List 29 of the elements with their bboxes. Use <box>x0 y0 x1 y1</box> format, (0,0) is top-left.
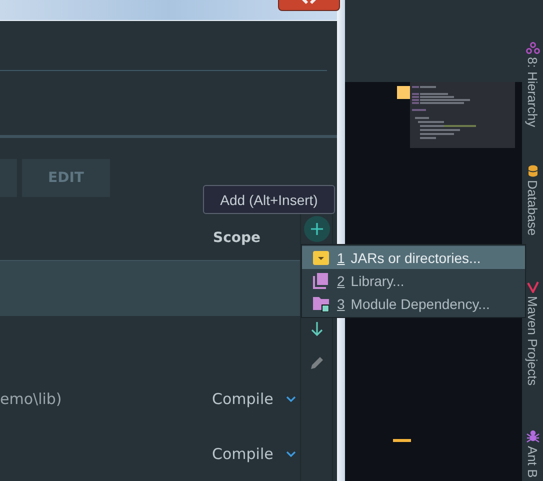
move-down-icon[interactable] <box>310 321 324 337</box>
chevron-down-icon <box>286 396 296 402</box>
close-button[interactable] <box>278 0 340 11</box>
check-icon <box>526 280 538 293</box>
table-row[interactable]: Compile <box>0 426 300 481</box>
add-button[interactable] <box>304 216 330 242</box>
table-row[interactable]: emo\lib) Compile <box>0 371 300 426</box>
tool-window-tab[interactable]: 8: Hierarchy <box>525 57 540 128</box>
tooltip: Add (Alt+Insert) <box>203 185 335 214</box>
hierarchy-icon <box>526 42 540 54</box>
table-cell: emo\lib) <box>0 390 62 408</box>
bookmark-icon <box>397 86 410 99</box>
tool-window-tab[interactable]: Ant B <box>525 446 540 478</box>
menu-item[interactable]: 2 Library... <box>302 269 525 292</box>
library-icon <box>313 272 329 288</box>
menu-item[interactable]: 1 JARs or directories... <box>302 246 525 269</box>
pencil-icon[interactable] <box>309 355 325 371</box>
database-icon <box>528 165 538 178</box>
menu-item[interactable]: 3 Module Dependency... <box>302 292 525 315</box>
chevron-down-icon <box>286 450 296 456</box>
column-header: Scope <box>213 230 261 246</box>
folder-icon <box>313 250 329 264</box>
module-folder-icon <box>313 296 329 312</box>
scope-dropdown[interactable]: Compile <box>212 390 274 408</box>
ant-icon <box>526 429 540 444</box>
caret-marker <box>393 439 411 442</box>
tool-window-tab[interactable]: Database <box>525 180 540 236</box>
scope-dropdown[interactable]: Compile <box>212 444 274 462</box>
tool-window-tab[interactable]: Maven Projects <box>525 296 540 386</box>
